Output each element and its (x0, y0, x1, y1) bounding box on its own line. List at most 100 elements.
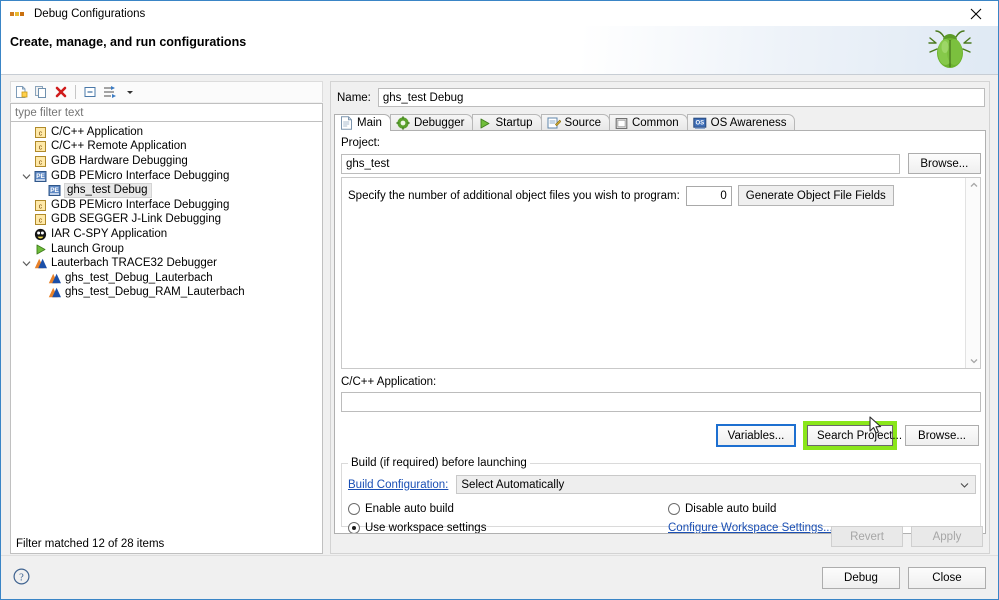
c-file-icon: c (34, 199, 47, 212)
configure-workspace-settings-link[interactable]: Configure Workspace Settings... (668, 522, 833, 534)
green-play-icon (478, 117, 491, 130)
radio-indicator (348, 502, 360, 515)
configurations-tree-list: c C/C++ Application c C/C++ Remote Applicat… (11, 125, 322, 300)
revert-apply-buttons: Revert Apply (831, 526, 983, 547)
tree-item-c-c-remote-application[interactable]: c C/C++ Remote Application (11, 140, 322, 155)
c-file-icon: c (34, 213, 47, 226)
duplicate-configuration-button[interactable] (31, 83, 51, 102)
radio-disable-auto-build[interactable]: Disable auto build (668, 502, 777, 515)
build-group-title: Build (if required) before launching (348, 457, 530, 469)
debug-configurations-dialog: Debug Configurations Create, manage, and… (0, 0, 999, 600)
filter-input[interactable] (10, 103, 323, 122)
build-configuration-select[interactable]: Select Automatically (456, 475, 976, 494)
radio-enable-auto-build[interactable]: Enable auto build (348, 502, 668, 515)
svg-text:?: ? (19, 572, 24, 583)
tree-twisty-expanded[interactable] (19, 259, 34, 268)
radio-indicator (348, 521, 360, 533)
application-buttons: Variables... Search Project... Browse... (716, 421, 979, 450)
tree-item-gdb-pemicro-interface-debugging[interactable]: c GDB PEMicro Interface Debugging (11, 198, 322, 213)
tree-item-ghs-test-debug-lauterbach[interactable]: ghs_test_Debug_Lauterbach (11, 271, 322, 286)
object-files-row: Specify the number of additional object … (348, 185, 894, 206)
debug-button[interactable]: Debug (822, 567, 900, 589)
application-input[interactable] (341, 392, 981, 412)
configuration-name-input[interactable] (377, 88, 985, 107)
tree-item-gdb-segger-j-link-debugging[interactable]: c GDB SEGGER J-Link Debugging (11, 213, 322, 228)
new-launch-configuration-button[interactable] (11, 83, 31, 102)
green-play-icon (34, 243, 47, 256)
tree-item-icon (48, 286, 65, 299)
object-files-label: Specify the number of additional object … (348, 189, 680, 202)
iar-black-circle-icon (34, 228, 47, 241)
tree-item-icon: c (34, 213, 51, 226)
radio-use-workspace-settings[interactable]: Use workspace settings (348, 521, 668, 533)
tree-item-ghs-test-debug-ram-lauterbach[interactable]: ghs_test_Debug_RAM_Lauterbach (11, 286, 322, 301)
radio-label: Disable auto build (685, 502, 777, 515)
svg-text:c: c (39, 145, 43, 152)
tree-item-icon: c (34, 155, 51, 168)
svg-text:PE: PE (36, 173, 45, 180)
tree-item-icon (48, 272, 65, 285)
close-window-button[interactable] (954, 1, 998, 26)
object-files-scrollbar[interactable] (965, 178, 980, 368)
chevron-down-icon (22, 173, 31, 179)
tree-item-launch-group[interactable]: Launch Group (11, 242, 322, 257)
tree-item-iar-c-spy-application[interactable]: IAR C-SPY Application (11, 227, 322, 242)
search-project-button[interactable]: Search Project... (807, 425, 902, 446)
svg-text:OS: OS (695, 120, 704, 126)
build-configuration-link[interactable]: Build Configuration: (348, 479, 448, 491)
gear-green-icon (396, 116, 410, 130)
scroll-down-arrow[interactable] (966, 354, 981, 368)
variables-button[interactable]: Variables... (716, 424, 796, 447)
application-browse-button[interactable]: Browse... (905, 425, 979, 446)
scroll-up-arrow[interactable] (966, 178, 981, 192)
radio-indicator (668, 502, 680, 515)
tree-item-c-c-application[interactable]: c C/C++ Application (11, 125, 322, 140)
chevron-up-icon (970, 182, 977, 187)
configuration-editor-panel: Name: MainDebuggerStartupSourceCommonOSO… (330, 81, 990, 554)
svg-text:c: c (39, 218, 43, 225)
tab-common[interactable]: Common (608, 114, 688, 131)
collapse-all-icon (84, 87, 96, 97)
tree-item-icon (34, 257, 51, 270)
project-browse-button[interactable]: Browse... (907, 153, 981, 174)
tab-startup[interactable]: Startup (472, 114, 542, 131)
close-icon (970, 8, 982, 19)
tree-item-icon: PE (34, 170, 51, 183)
tab-os-awareness[interactable]: OS OS Awareness (686, 114, 796, 131)
chevron-down-icon (22, 261, 31, 267)
tab-label: Main (357, 117, 382, 129)
toolbar-menu-button[interactable] (120, 83, 140, 102)
apply-button[interactable]: Apply (911, 526, 983, 547)
close-button[interactable]: Close (908, 567, 986, 589)
chevron-down-icon (960, 479, 969, 491)
tree-twisty-expanded[interactable] (19, 172, 34, 181)
help-button[interactable]: ? (13, 568, 30, 585)
tree-item-ghs-test-debug[interactable]: PE ghs_test Debug (11, 183, 322, 199)
build-options-row-1: Enable auto build Disable auto build (348, 499, 976, 518)
pemicro-icon: PE (34, 170, 47, 183)
tree-item-gdb-hardware-debugging[interactable]: c GDB Hardware Debugging (11, 154, 322, 169)
configurations-tree[interactable]: c C/C++ Application c C/C++ Remote Applicat… (10, 122, 323, 554)
tree-item-label: C/C++ Application (51, 125, 144, 138)
footer-buttons: Debug Close (822, 567, 986, 589)
tree-item-icon: c (34, 126, 51, 139)
generate-object-file-fields-button[interactable]: Generate Object File Fields (737, 185, 894, 206)
c-file-icon: c (34, 126, 47, 139)
revert-button[interactable]: Revert (831, 526, 903, 547)
tab-icon (340, 116, 353, 130)
tab-source[interactable]: Source (540, 114, 610, 131)
delete-configuration-button[interactable] (51, 83, 71, 102)
object-files-count-input[interactable] (685, 185, 732, 206)
tab-main[interactable]: Main (334, 114, 391, 131)
project-label: Project: (341, 137, 380, 149)
tree-item-lauterbach-trace32-debugger[interactable]: Lauterbach TRACE32 Debugger (11, 256, 322, 271)
tab-debugger[interactable]: Debugger (389, 114, 474, 131)
project-input[interactable] (341, 153, 900, 174)
new-document-icon (16, 86, 28, 98)
tab-icon (396, 116, 410, 130)
tree-item-gdb-pemicro-interface-debugging[interactable]: PE GDB PEMicro Interface Debugging (11, 169, 322, 184)
chevron-down-icon (127, 91, 133, 94)
collapse-all-button[interactable] (80, 83, 100, 102)
filter-configurations-button[interactable] (100, 83, 120, 102)
c-file-icon: c (34, 155, 47, 168)
